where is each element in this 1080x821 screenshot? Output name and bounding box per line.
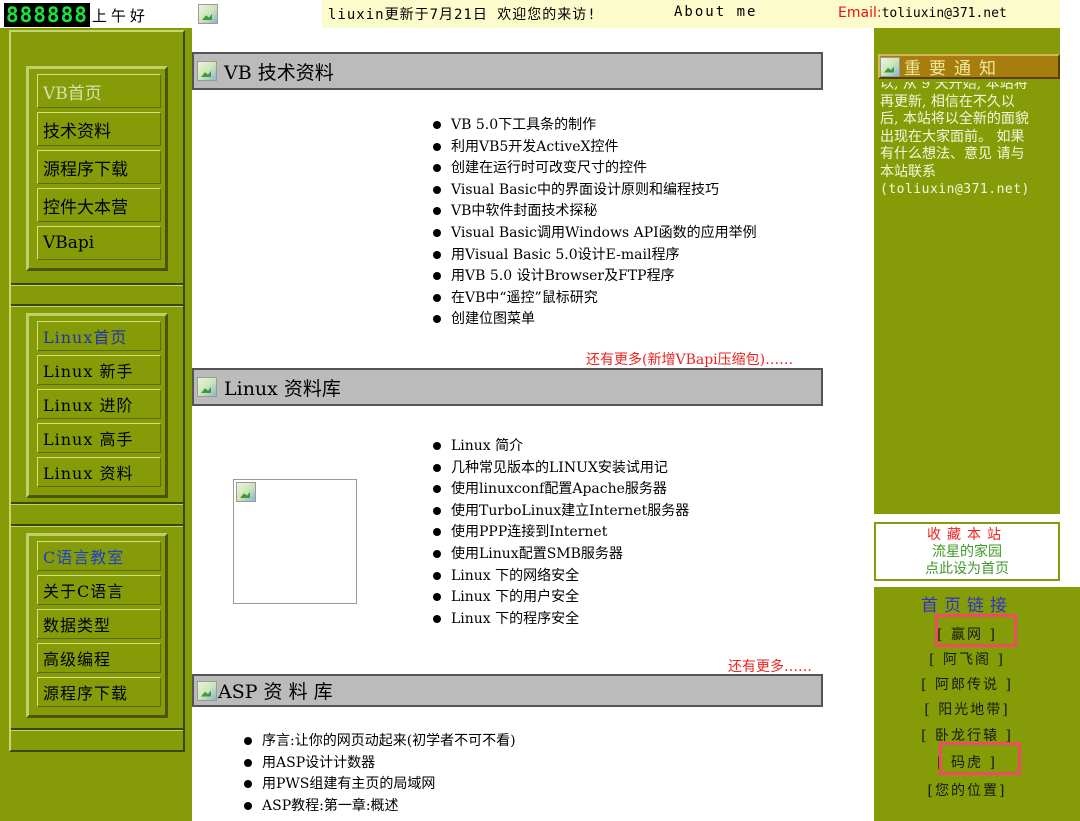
menu-item-vb-home[interactable]: VB首页: [37, 74, 161, 108]
about-me-link[interactable]: About me: [674, 4, 757, 20]
highlight-box: [935, 614, 1017, 647]
notice-line: 以, 从 9 天开始, 本站将: [880, 82, 1028, 92]
greeting-text: 上午好: [91, 6, 149, 25]
section-title-asp: ASP 资 料 库: [218, 681, 333, 703]
article-link[interactable]: 创建位图菜单: [431, 309, 757, 331]
article-link[interactable]: 使用PPP连接到Internet: [431, 522, 689, 544]
notice-line: 出现在大家面前。 如果: [880, 128, 1025, 145]
article-link[interactable]: Visual Basic中的界面设计原则和编程技巧: [431, 180, 757, 202]
article-link[interactable]: 序言:让你的网页动起来(初学者不可不看): [242, 731, 516, 753]
ticker-text: liuxin更新于7月21日 欢迎您的来访!: [328, 7, 597, 23]
notice-scroll-text: 以, 从 9 天开始, 本站将 再更新, 相信在不久以 后, 本站将以全新的面貌…: [880, 82, 1056, 200]
menu-item-linux-advanced[interactable]: Linux 进阶: [37, 389, 161, 419]
article-link[interactable]: 使用Linux配置SMB服务器: [431, 544, 689, 566]
article-link[interactable]: 创建在运行时可改变尺寸的控件: [431, 158, 757, 180]
left-sidebar: VB首页 技术资料 源程序下载 控件大本营 VBapi Linux首页 Linu…: [0, 28, 192, 821]
menu-item-vbapi[interactable]: VBapi: [37, 226, 161, 260]
notice-line: 有什么想法、意见 请与: [880, 146, 1025, 162]
article-link[interactable]: 使用linuxconf配置Apache服务器: [431, 479, 689, 501]
email-label: Email:: [838, 5, 882, 21]
broken-image-icon: [236, 482, 256, 502]
vb-menu: VB首页 技术资料 源程序下载 控件大本营 VBapi: [26, 66, 168, 271]
article-link[interactable]: 用PWS组建有主页的局域网: [242, 774, 516, 796]
vb-more-link[interactable]: 还有更多(新增VBapi压缩包)……: [586, 349, 793, 369]
article-link[interactable]: 在VB中“遥控”鼠标研究: [431, 288, 757, 310]
menu-item-tech-docs[interactable]: 技术资料: [37, 112, 161, 146]
news-ticker: liuxin更新于7月21日 欢迎您的来访! About me Email:to…: [322, 0, 1060, 28]
article-link[interactable]: Linux 简介: [431, 436, 689, 458]
notice-email: (toliuxin@371.net): [880, 182, 1030, 197]
menu-item-linux-docs[interactable]: Linux 资料: [37, 457, 161, 487]
link-alang[interactable]: [ 阿郎传说 ]: [874, 674, 1060, 694]
article-link[interactable]: 几种常见版本的LINUX安装试用记: [431, 458, 689, 480]
linux-more-link[interactable]: 还有更多……: [728, 656, 812, 676]
email-address: toliuxin@371.net: [881, 6, 1007, 21]
menu-item-advanced-programming[interactable]: 高级编程: [37, 643, 161, 673]
article-link[interactable]: 使用TurboLinux建立Internet服务器: [431, 501, 689, 523]
menu-item-c-class[interactable]: C语言教室: [37, 541, 161, 571]
section-header-asp: ASP 资 料 库: [192, 674, 823, 707]
article-link[interactable]: ASP教程:第一章:概述: [242, 796, 516, 818]
linux-image-placeholder: [233, 479, 357, 604]
favorites-box: 收藏本站 流星的家园 点此设为首页: [874, 522, 1060, 581]
article-link[interactable]: VB 5.0下工具条的制作: [431, 115, 757, 137]
broken-image-icon: [197, 61, 217, 81]
notice-line: 后, 本站将以全新的面貌: [880, 111, 1029, 127]
link-sunshine[interactable]: [ 阳光地带]: [874, 699, 1060, 719]
divider: [11, 283, 183, 286]
menu-item-linux-home[interactable]: Linux首页: [37, 321, 161, 351]
clock-digits: 888888: [4, 3, 90, 27]
section-title-linux: Linux 资料库: [224, 377, 341, 400]
notice-title: 重要通知: [904, 59, 1004, 79]
article-link[interactable]: VB中软件封面技术探秘: [431, 201, 757, 223]
divider: [11, 502, 183, 505]
article-link[interactable]: Linux 下的用户安全: [431, 587, 689, 609]
menu-item-controls[interactable]: 控件大本营: [37, 188, 161, 222]
section-header-vb: VB 技术资料: [192, 52, 823, 90]
bookmark-link[interactable]: 收藏本站: [876, 527, 1058, 544]
notice-line: 本站联系: [880, 163, 936, 180]
divider: [11, 524, 183, 527]
menu-item-source-download[interactable]: 源程序下载: [37, 150, 161, 184]
link-afeige[interactable]: [ 阿飞阁 ]: [874, 649, 1060, 669]
linux-article-list: Linux 简介 几种常见版本的LINUX安装试用记 使用linuxconf配置…: [431, 436, 689, 630]
article-link[interactable]: 用Visual Basic 5.0设计E-mail程序: [431, 245, 757, 267]
article-link[interactable]: 用ASP设计计数器: [242, 753, 516, 775]
site-name: 流星的家园: [932, 544, 1002, 560]
menu-item-c-source-download[interactable]: 源程序下载: [37, 677, 161, 707]
links-title: 首页链接: [921, 596, 1013, 616]
broken-image-icon: [198, 4, 218, 24]
link-your-site[interactable]: [您的位置]: [874, 780, 1060, 800]
menu-item-linux-beginner[interactable]: Linux 新手: [37, 355, 161, 385]
broken-image-icon: [197, 680, 217, 701]
linux-menu: Linux首页 Linux 新手 Linux 进阶 Linux 高手 Linux…: [26, 313, 168, 498]
c-menu: C语言教室 关于C语言 数据类型 高级编程 源程序下载: [26, 533, 168, 718]
menu-item-data-types[interactable]: 数据类型: [37, 609, 161, 639]
notice-header: 重要通知: [878, 54, 1060, 79]
article-link[interactable]: 利用VB5开发ActiveX控件: [431, 137, 757, 159]
clock: 888888 上午好: [4, 2, 149, 28]
email-link[interactable]: Email:toliuxin@371.net: [838, 5, 1007, 21]
set-homepage-link[interactable]: 点此设为首页: [876, 561, 1058, 578]
menu-item-linux-expert[interactable]: Linux 高手: [37, 423, 161, 453]
menu-item-about-c[interactable]: 关于C语言: [37, 575, 161, 605]
broken-image-icon: [197, 377, 217, 397]
article-link[interactable]: 用VB 5.0 设计Browser及FTP程序: [431, 266, 757, 288]
section-title-vb: VB 技术资料: [224, 61, 334, 84]
article-link[interactable]: Linux 下的程序安全: [431, 609, 689, 631]
asp-article-list: 序言:让你的网页动起来(初学者不可不看) 用ASP设计计数器 用PWS组建有主页…: [242, 731, 516, 817]
notice-line: 再更新, 相信在不久以: [880, 93, 1015, 110]
article-link[interactable]: Visual Basic调用Windows API函数的应用举例: [431, 223, 757, 245]
broken-image-icon: [880, 56, 900, 77]
divider: [11, 304, 183, 307]
vb-article-list: VB 5.0下工具条的制作 利用VB5开发ActiveX控件 创建在运行时可改变…: [431, 115, 757, 331]
highlight-box: [939, 742, 1021, 775]
section-header-linux: Linux 资料库: [192, 368, 823, 406]
article-link[interactable]: Linux 下的网络安全: [431, 566, 689, 588]
divider: [11, 728, 183, 731]
